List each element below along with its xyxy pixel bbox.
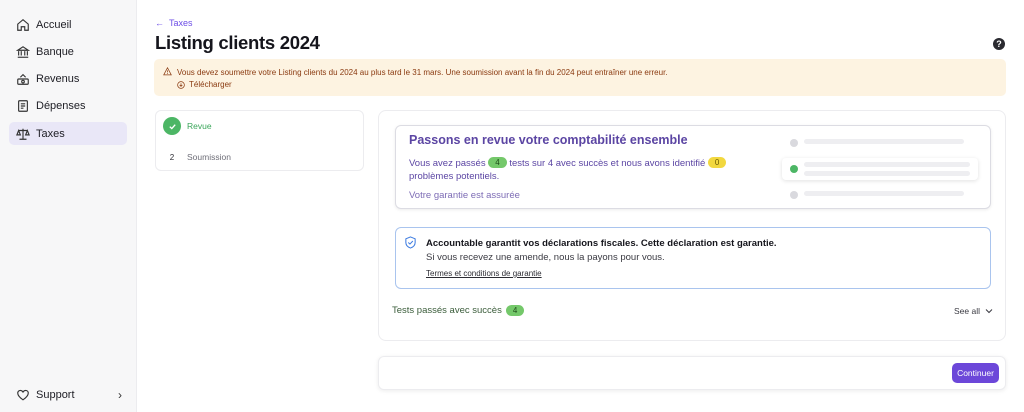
sidebar-item-label: Taxes (36, 127, 65, 140)
step-revue[interactable]: Revue (163, 117, 212, 135)
sidebar-item-taxes[interactable]: Taxes (9, 122, 127, 145)
tests-passed-row: Tests passés avec succès 4 (392, 305, 525, 316)
step-label: Revue (187, 121, 212, 131)
guarantee-subtitle: Si vous recevez une amende, nous la payo… (426, 252, 665, 263)
guarantee-title: Accountable garantit vos déclarations fi… (426, 238, 777, 249)
warning-icon (163, 67, 172, 76)
chevron-right-icon: › (118, 388, 122, 402)
issues-count-badge: 0 (707, 157, 727, 168)
steps-panel: Revue 2 Soumission (155, 110, 364, 171)
continue-button[interactable]: Continuer (952, 363, 999, 383)
heart-icon (16, 388, 30, 402)
check-icon (163, 117, 181, 135)
chevron-down-icon (985, 309, 993, 314)
sidebar-item-banque[interactable]: Banque (9, 40, 127, 63)
step-number: 2 (169, 152, 175, 162)
placeholder-bar (804, 191, 964, 196)
review-title: Passons en revue votre comptabilité ense… (409, 133, 688, 147)
revenue-icon (16, 72, 30, 86)
download-label: Télécharger (189, 80, 232, 89)
scale-icon (16, 127, 30, 141)
sidebar-item-depenses[interactable]: Dépenses (9, 94, 127, 117)
support-button[interactable]: Support › (9, 383, 127, 406)
warning-alert: Vous devez soumettre votre Listing clien… (154, 59, 1006, 96)
page-title: Listing clients 2024 (155, 32, 320, 53)
sidebar: Accueil Banque Revenus Dépenses Taxes Su… (0, 0, 137, 412)
sidebar-item-label: Banque (36, 45, 74, 58)
checklist-row (782, 134, 978, 152)
back-link-label: Taxes (169, 18, 193, 28)
sidebar-item-label: Revenus (36, 72, 80, 85)
download-icon (177, 80, 185, 89)
step-label: Soumission (187, 152, 231, 162)
see-all-label: See all (954, 306, 980, 316)
review-text-part: Vous avez passés (409, 158, 486, 169)
guarantee-terms-link[interactable]: Termes et conditions de garantie (426, 269, 542, 278)
passed-count-badge: 4 (488, 157, 507, 168)
home-icon (16, 18, 30, 32)
bank-icon (16, 45, 30, 59)
back-link[interactable]: ← Taxes (155, 18, 193, 28)
see-all-button[interactable]: See all (954, 306, 993, 316)
check-dot-icon (790, 165, 798, 173)
receipt-icon (16, 99, 30, 113)
placeholder-bar (804, 162, 970, 167)
placeholder-bar (804, 171, 970, 176)
tests-count-badge: 4 (505, 305, 525, 316)
step-soumission[interactable]: 2 Soumission (163, 148, 231, 166)
sidebar-item-accueil[interactable]: Accueil (9, 13, 127, 36)
checklist-row-active (782, 158, 978, 180)
status-dot (790, 139, 798, 147)
guarantee-status: Votre garantie est assurée (409, 190, 520, 201)
checklist-row (782, 186, 978, 204)
guarantee-card: Accountable garantit vos déclarations fi… (395, 227, 991, 289)
action-bar (378, 356, 1006, 390)
review-text-part: problèmes potentiels. (409, 171, 500, 182)
status-dot (790, 191, 798, 199)
alert-message: Vous devez soumettre votre Listing clien… (177, 68, 668, 77)
review-summary: Vous avez passés 4 tests sur 4 avec succ… (409, 157, 759, 183)
placeholder-bar (804, 139, 964, 144)
sidebar-item-label: Dépenses (36, 99, 86, 112)
download-link[interactable]: Télécharger (177, 80, 232, 89)
support-label: Support (36, 388, 75, 401)
checklist-illustration (782, 134, 978, 204)
arrow-left-icon: ← (155, 18, 164, 28)
shield-check-icon (405, 236, 416, 249)
review-text-part: tests sur 4 avec succès et nous avons id… (509, 158, 706, 169)
sidebar-item-label: Accueil (36, 18, 72, 31)
review-card: Passons en revue votre comptabilité ense… (395, 125, 991, 209)
tests-passed-label: Tests passés avec succès (392, 305, 502, 316)
sidebar-item-revenus[interactable]: Revenus (9, 67, 127, 90)
help-icon[interactable]: ? (993, 38, 1005, 50)
